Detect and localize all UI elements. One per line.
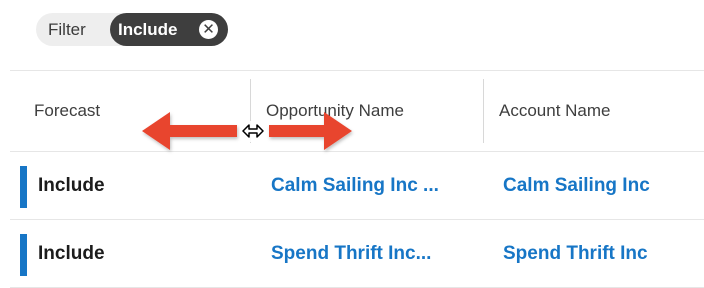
row-accent-bar	[20, 166, 27, 208]
column-resize-handle-opportunity[interactable]	[483, 79, 484, 143]
table-header-row: Forecast Opportunity Name Account Name	[10, 70, 704, 152]
row-accent-bar	[20, 234, 27, 276]
filter-pill: Filter Include ✕	[36, 13, 228, 46]
opportunity-link[interactable]: Calm Sailing Inc ...	[271, 152, 439, 219]
column-header-account-name[interactable]: Account Name	[499, 71, 704, 151]
opportunity-link[interactable]: Spend Thrift Inc...	[271, 220, 431, 287]
filter-tag-include[interactable]: Include ✕	[110, 13, 228, 46]
filter-tag-label: Include	[118, 19, 178, 39]
column-header-opportunity-name[interactable]: Opportunity Name	[266, 71, 482, 151]
cell-forecast: Include	[38, 174, 105, 196]
column-header-forecast[interactable]: Forecast	[34, 71, 250, 151]
table-row: Include Calm Sailing Inc ... Calm Sailin…	[10, 152, 704, 220]
opportunity-table: Forecast Opportunity Name Account Name I…	[10, 70, 704, 288]
remove-filter-icon[interactable]: ✕	[199, 20, 218, 39]
column-resize-handle-forecast[interactable]	[250, 79, 251, 143]
cell-forecast: Include	[38, 242, 105, 264]
account-link[interactable]: Spend Thrift Inc	[503, 220, 648, 287]
account-link[interactable]: Calm Sailing Inc	[503, 152, 650, 219]
filter-label: Filter	[48, 19, 86, 39]
